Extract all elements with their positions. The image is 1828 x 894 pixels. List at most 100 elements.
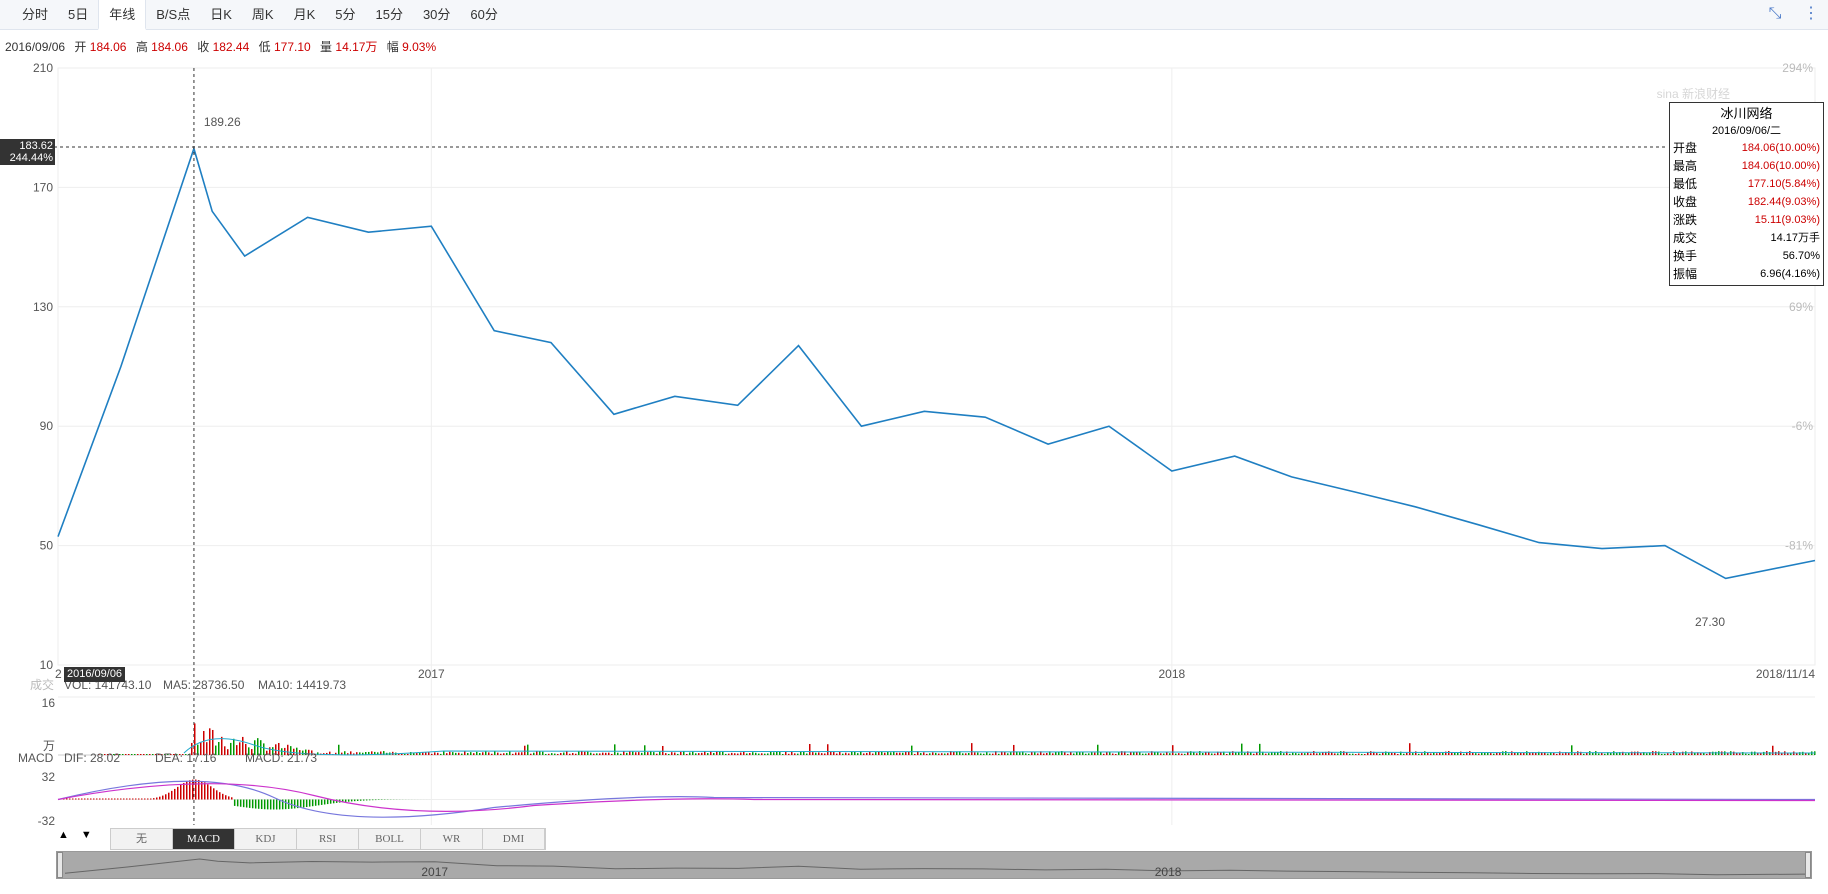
volume-y-top: 16	[42, 696, 56, 710]
navigator-label: 2017	[421, 865, 448, 879]
navigator-left-handle[interactable]	[57, 852, 63, 878]
volume-bar	[437, 752, 439, 755]
macd-y-bottom: -32	[38, 814, 56, 828]
crosshair-date-label: 2016/09/06	[64, 667, 126, 682]
tooltip-key: 涨跌	[1673, 213, 1698, 227]
volume-bar	[854, 751, 856, 755]
macd-bar	[75, 798, 77, 800]
price-chart[interactable]: 210294%170144%13069%90-6%50-81%102017201…	[0, 0, 1828, 894]
volume-bar	[1301, 753, 1303, 755]
indicator-tab-6[interactable]: DMI	[483, 829, 545, 849]
volume-bar	[755, 752, 757, 755]
tooltip-value: 182.44(9.03%)	[1747, 196, 1820, 208]
volume-bar	[461, 753, 463, 755]
volume-bar	[536, 751, 538, 755]
volume-bar	[692, 751, 694, 755]
macd-bar	[260, 799, 263, 810]
volume-bar	[404, 753, 406, 755]
volume-bar	[731, 752, 733, 755]
volume-bar	[1418, 753, 1420, 755]
indicator-tab-3[interactable]: RSI	[297, 829, 359, 849]
volume-bar	[563, 752, 565, 755]
volume-bar	[1403, 753, 1405, 755]
volume-bar	[1583, 753, 1585, 755]
volume-bar	[851, 751, 853, 755]
pct-tick-label: 69%	[1789, 300, 1813, 314]
expand-down-icon[interactable]: ▼	[81, 829, 92, 841]
macd-bar	[275, 799, 278, 810]
volume-bar	[1268, 753, 1270, 755]
pct-tick-label: -81%	[1785, 539, 1813, 553]
macd-bar	[189, 780, 191, 800]
volume-bar	[857, 753, 859, 755]
tooltip-value: 56.70%	[1782, 250, 1820, 262]
volume-bar	[1034, 752, 1036, 755]
volume-bar	[1298, 753, 1300, 755]
macd-bar	[156, 797, 158, 800]
tooltip-key: 振幅	[1673, 267, 1698, 281]
volume-bar	[608, 752, 610, 755]
indicator-tab-5[interactable]: WR	[421, 829, 483, 849]
crosshair-price-label: 183.62 244.44%	[0, 139, 55, 165]
volume-bar	[1115, 753, 1117, 755]
volume-bar	[1037, 753, 1039, 755]
volume-bar	[890, 752, 892, 755]
volume-bar	[419, 752, 421, 755]
volume-bar	[773, 752, 775, 755]
volume-bar	[1505, 751, 1507, 755]
volume-bar	[1085, 753, 1087, 755]
volume-bar	[827, 744, 829, 755]
volume-bar	[1493, 753, 1495, 755]
expand-up-icon[interactable]: ▲	[58, 829, 69, 841]
indicator-tab-1[interactable]: MACD	[173, 829, 235, 849]
tooltip-key: 开盘	[1673, 141, 1698, 155]
macd-bar	[233, 799, 236, 806]
macd-bar	[117, 798, 119, 800]
range-navigator[interactable]: 2017 2018	[56, 851, 1812, 879]
macd-bar	[114, 798, 116, 800]
volume-bar	[1010, 752, 1012, 755]
volume-bar	[611, 753, 613, 755]
volume-bar	[1523, 753, 1525, 755]
indicator-tab-0[interactable]: 无	[111, 829, 173, 849]
volume-bar	[596, 753, 598, 755]
volume-bar	[236, 745, 238, 755]
volume-bar	[470, 752, 472, 755]
volume-bar	[1748, 753, 1750, 755]
volume-bar	[935, 752, 937, 755]
volume-bar	[1490, 753, 1492, 755]
volume-bar	[1211, 753, 1213, 755]
macd-bar	[353, 799, 356, 802]
volume-bar	[1502, 751, 1504, 755]
volume-bar	[662, 745, 664, 755]
volume-bar	[1280, 751, 1282, 755]
volume-bar	[1715, 751, 1717, 755]
volume-bar	[1391, 752, 1393, 755]
volume-bar	[1475, 753, 1477, 755]
volume-bar	[725, 753, 727, 755]
volume-bar	[728, 753, 730, 755]
macd-bar	[99, 798, 101, 800]
tooltip-key: 换手	[1673, 249, 1698, 263]
volume-bar	[626, 752, 628, 755]
volume-bar	[1334, 753, 1336, 755]
volume-bar	[656, 753, 658, 755]
indicator-tab-4[interactable]: BOLL	[359, 829, 421, 849]
indicator-tab-2[interactable]: KDJ	[235, 829, 297, 849]
volume-bar	[1046, 752, 1048, 755]
navigator-right-handle[interactable]	[1805, 852, 1811, 878]
volume-bar	[1355, 753, 1357, 755]
volume-bar	[1127, 753, 1129, 755]
volume-bar	[689, 752, 691, 755]
macd-bar	[204, 782, 206, 800]
volume-bar	[872, 753, 874, 755]
volume-bar	[1103, 753, 1105, 755]
volume-bar	[1316, 753, 1318, 755]
tooltip-key: 最高	[1673, 159, 1698, 173]
volume-bar	[737, 753, 739, 755]
volume-bar	[1415, 751, 1417, 755]
volume-bar	[1364, 753, 1366, 755]
volume-bar	[518, 752, 520, 755]
volume-bar	[749, 753, 751, 755]
volume-bar	[644, 745, 646, 755]
